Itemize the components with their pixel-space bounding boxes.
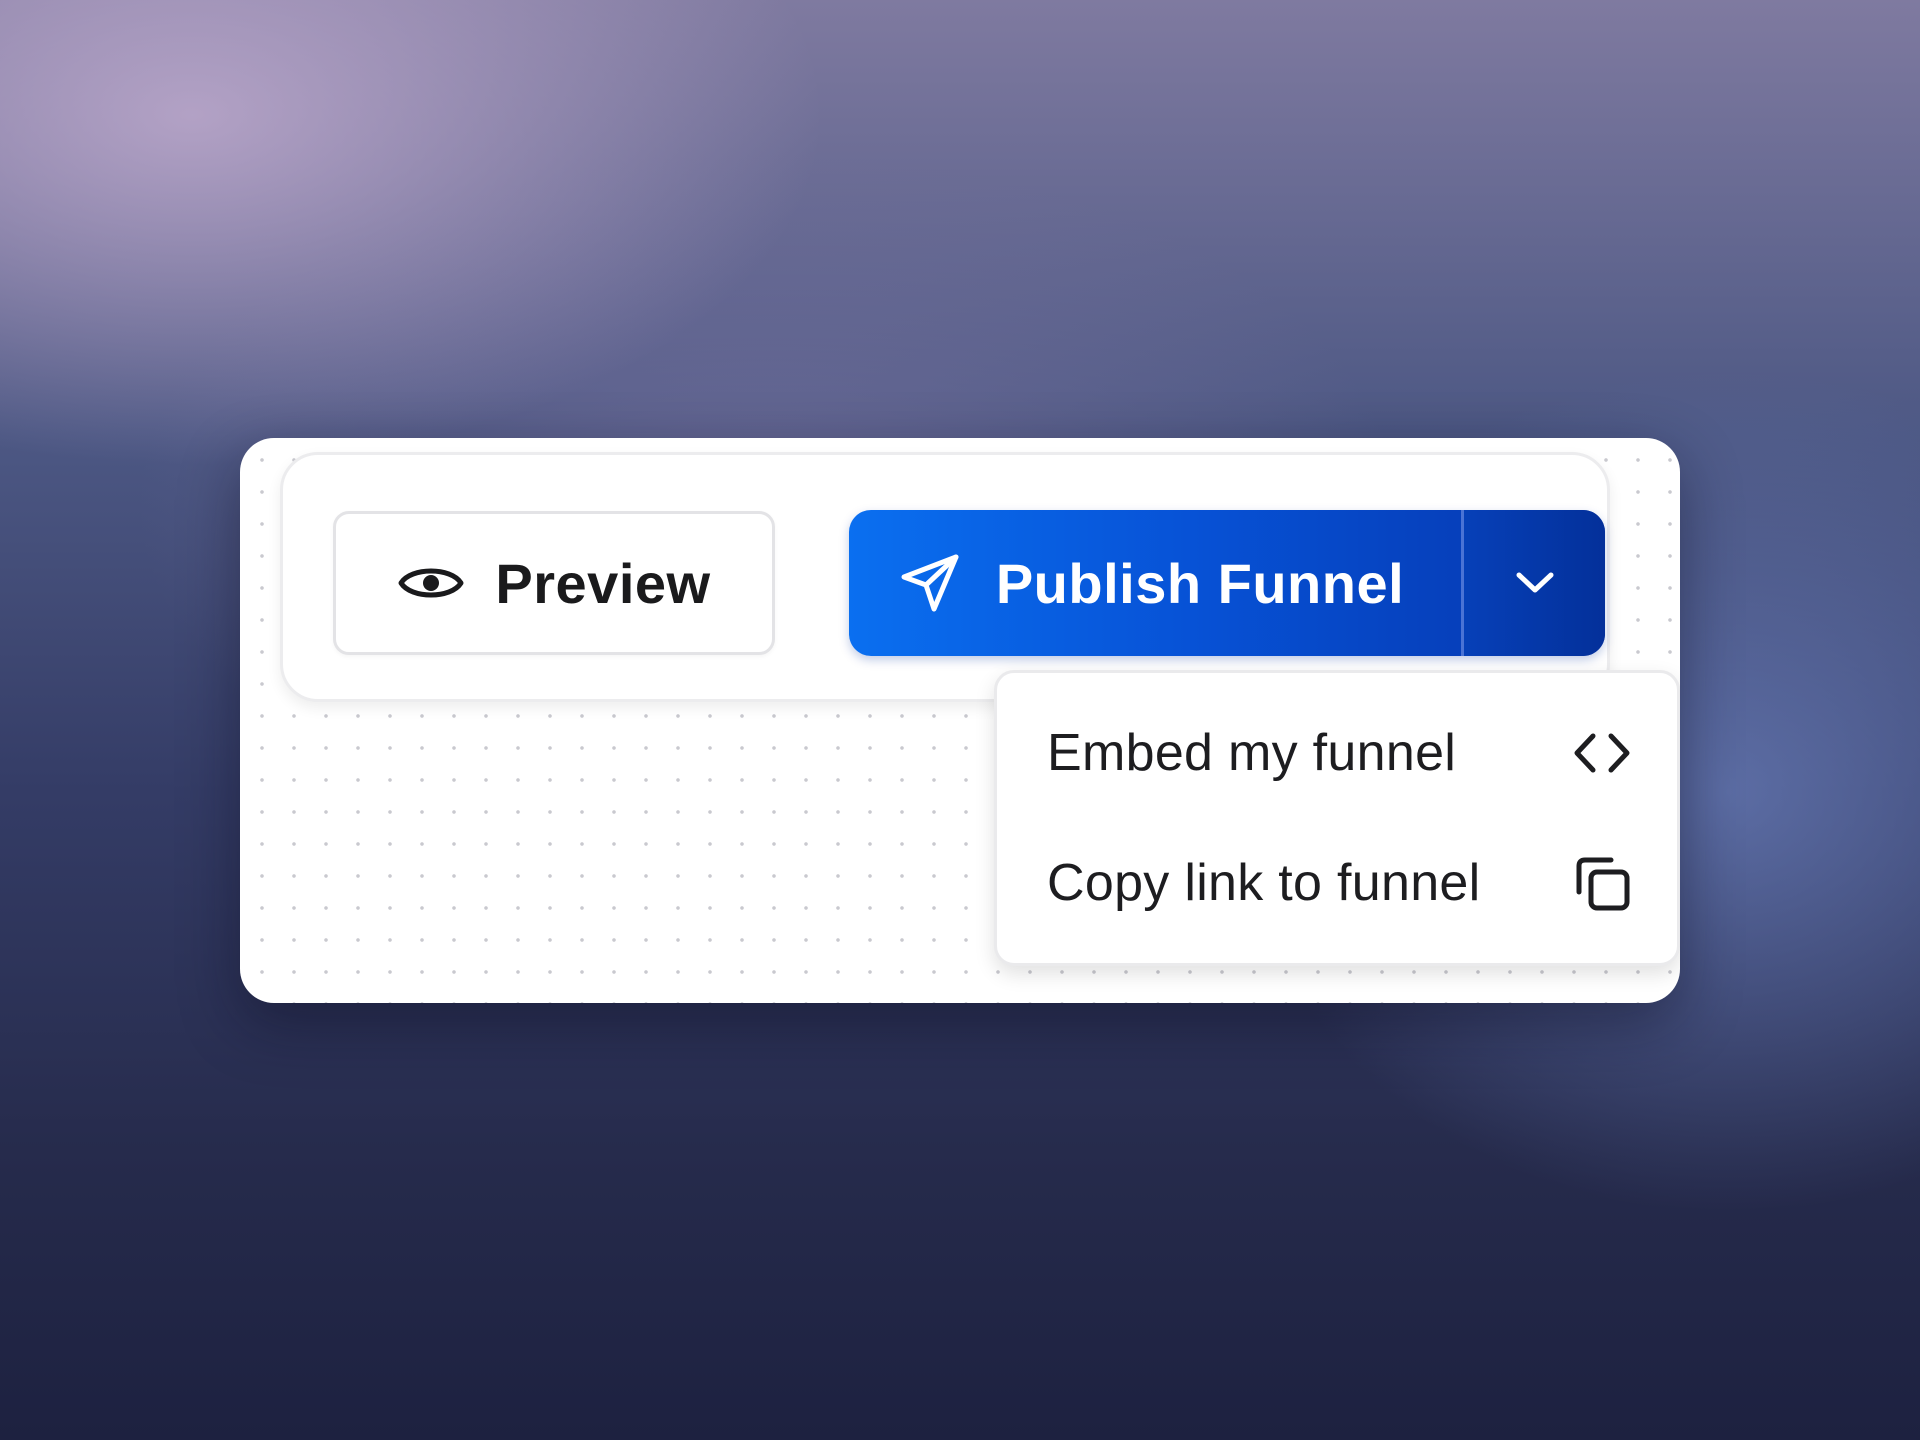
publish-funnel-button[interactable]: Publish Funnel	[849, 510, 1461, 656]
eye-icon	[397, 561, 465, 605]
code-icon	[1571, 730, 1633, 776]
chevron-down-icon	[1513, 569, 1557, 597]
menu-item-label: Embed my funnel	[1047, 724, 1457, 782]
publish-funnel-label: Publish Funnel	[995, 551, 1405, 615]
publish-split-button: Publish Funnel	[849, 510, 1605, 656]
preview-label: Preview	[495, 551, 711, 615]
funnel-canvas: Preview Publish Funnel Embed my funnel C…	[240, 438, 1680, 1003]
publish-options-toggle[interactable]	[1464, 510, 1605, 656]
copy-icon	[1571, 852, 1633, 914]
menu-item-embed-funnel[interactable]: Embed my funnel	[997, 693, 1677, 813]
publish-toolbar: Preview Publish Funnel	[280, 452, 1610, 702]
menu-item-label: Copy link to funnel	[1047, 854, 1481, 912]
send-icon	[898, 551, 962, 615]
menu-item-copy-link[interactable]: Copy link to funnel	[997, 823, 1677, 943]
preview-button[interactable]: Preview	[333, 511, 775, 655]
publish-options-menu: Embed my funnel Copy link to funnel	[994, 670, 1680, 966]
